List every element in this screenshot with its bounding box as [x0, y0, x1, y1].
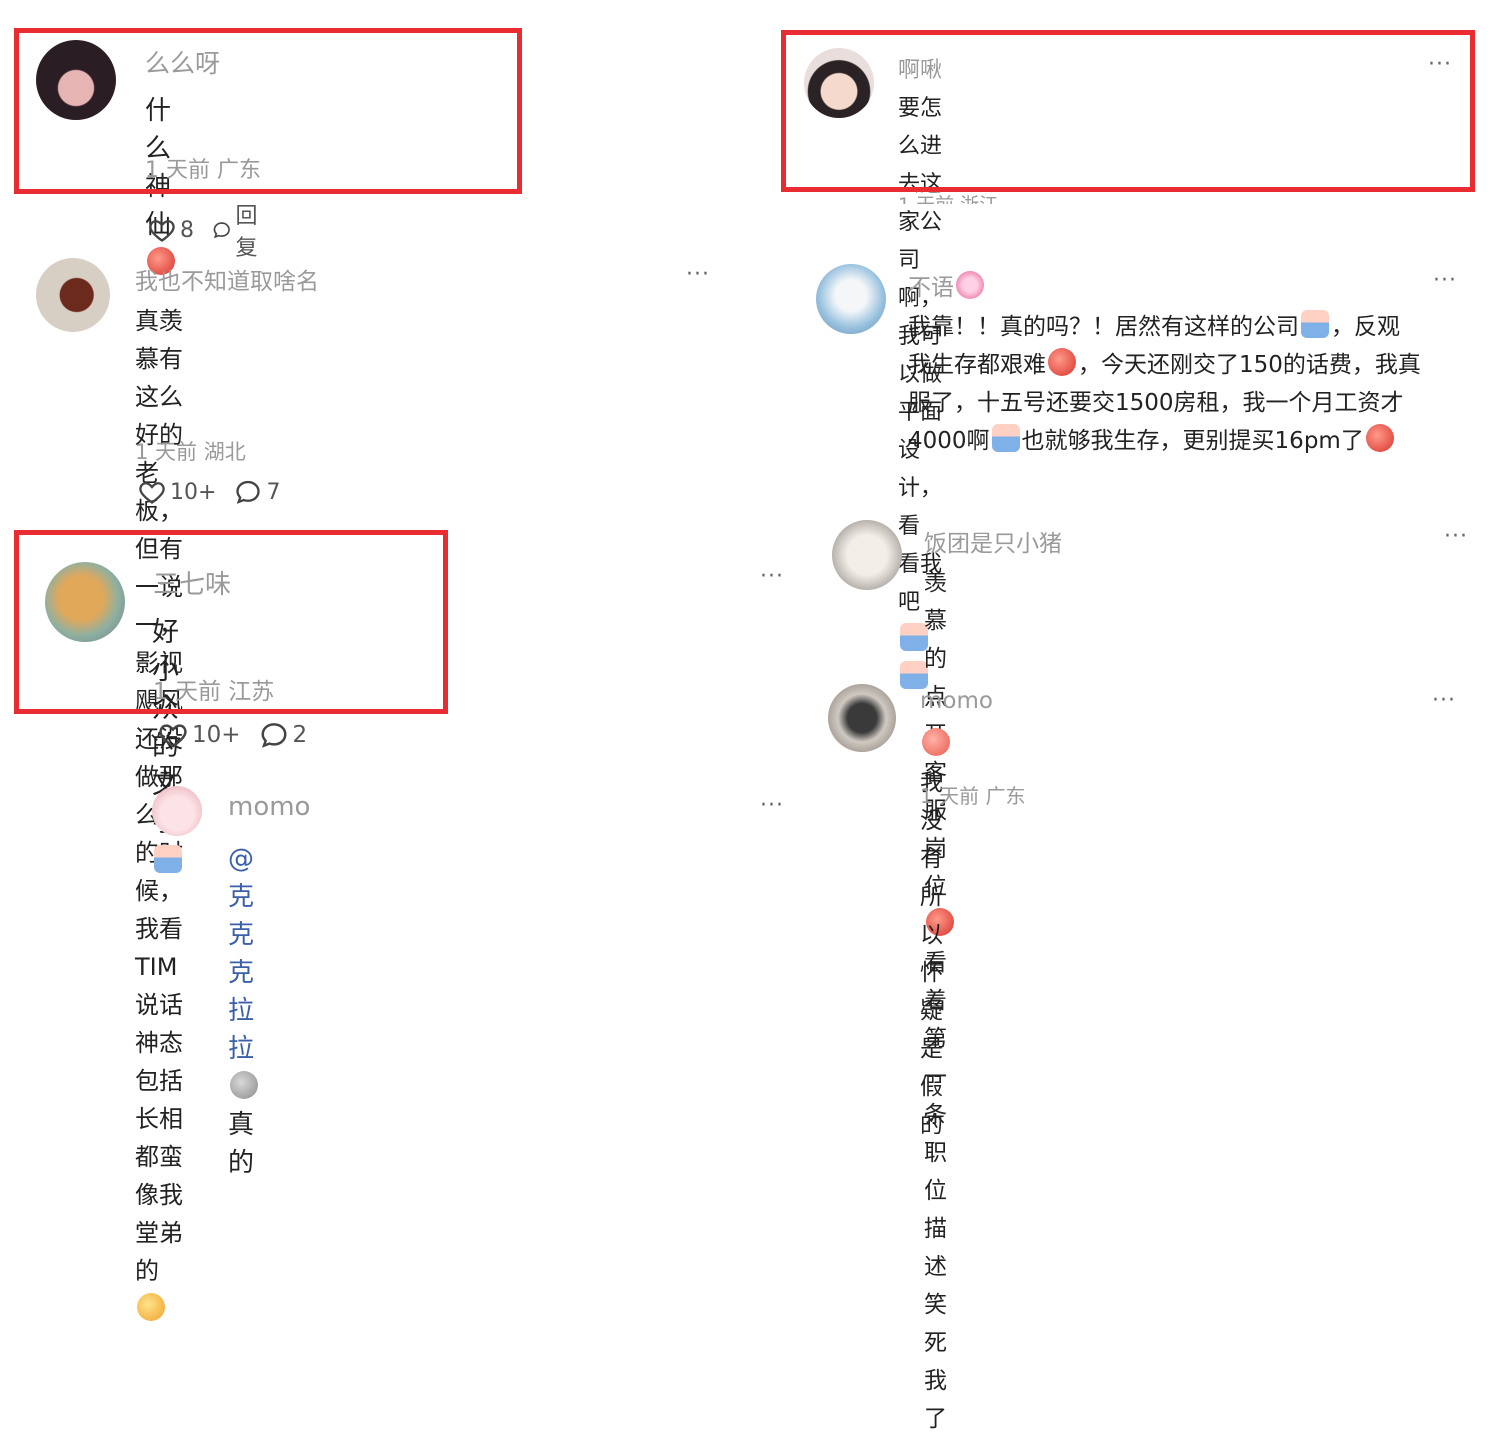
heart-icon	[148, 216, 176, 244]
like-button[interactable]: 10+	[158, 720, 241, 750]
avatar[interactable]	[152, 786, 202, 836]
heart-icon	[158, 720, 188, 750]
comment-bubble-icon	[259, 720, 289, 750]
emoji-icon	[154, 845, 182, 873]
avatar[interactable]	[828, 684, 896, 752]
comment-username[interactable]: 我也不知道取啥名	[135, 262, 319, 296]
comment-actions: 8 回复	[148, 198, 284, 262]
comment-username: 不语	[908, 268, 986, 302]
reply-count: 2	[292, 722, 308, 748]
more-options-icon[interactable]: ···	[1432, 688, 1456, 713]
more-options-icon[interactable]: ···	[686, 262, 710, 287]
highlight-box	[781, 30, 1475, 192]
highlight-box	[14, 530, 448, 714]
like-count: 8	[180, 217, 194, 243]
highlight-box	[14, 28, 522, 194]
comment-bubble-icon	[212, 216, 231, 244]
emoji-icon	[1048, 348, 1076, 376]
avatar[interactable]	[36, 258, 110, 332]
avatar[interactable]	[832, 520, 902, 590]
mention-link[interactable]: @克克克拉拉	[228, 844, 254, 1064]
flower-icon	[956, 271, 984, 299]
reply-button[interactable]: 回复	[212, 198, 266, 262]
comment-username[interactable]: momo	[920, 688, 993, 714]
reply-button[interactable]: 2	[259, 720, 308, 750]
comment-bubble-icon	[234, 478, 262, 506]
emoji-icon	[991, 424, 1020, 452]
like-button[interactable]: 10+	[138, 478, 216, 506]
comment-meta: 1 天前 湖北	[135, 440, 246, 464]
more-options-icon[interactable]: ···	[760, 793, 784, 818]
comment-actions: 10+ 7	[138, 478, 298, 506]
emoji-icon	[922, 728, 950, 756]
emoji-icon	[137, 1293, 165, 1321]
more-options-icon[interactable]: ···	[760, 564, 784, 589]
comment-meta: 1 天前 广东	[920, 784, 1026, 808]
emoji-icon	[230, 1071, 258, 1099]
comment-meta: 1 天前 浙江	[898, 190, 998, 204]
like-button[interactable]: 8	[148, 216, 194, 244]
comment-username[interactable]: 饭团是只小猪	[924, 524, 1062, 558]
reply-label: 回复	[235, 204, 258, 261]
like-count: 10+	[170, 479, 217, 505]
comment-username[interactable]: momo	[228, 792, 310, 822]
like-count: 10+	[192, 722, 241, 748]
reply-count: 7	[266, 479, 281, 505]
comment-text: 我靠！！真的吗？！居然有这样的公司 ，反观 我生存都艰难 ，今天还刚交了150的话费…	[908, 308, 1478, 460]
heart-icon	[138, 478, 166, 506]
comment-actions: 10+ 2	[158, 720, 325, 750]
reply-button[interactable]: 7	[234, 478, 280, 506]
emoji-icon	[1365, 424, 1394, 452]
avatar[interactable]	[816, 264, 886, 334]
comment-text: @克克克拉拉 真的	[228, 840, 260, 1182]
more-options-icon[interactable]: ···	[1444, 524, 1468, 549]
emoji-icon	[1301, 310, 1329, 338]
more-options-icon[interactable]: ···	[1433, 268, 1457, 293]
